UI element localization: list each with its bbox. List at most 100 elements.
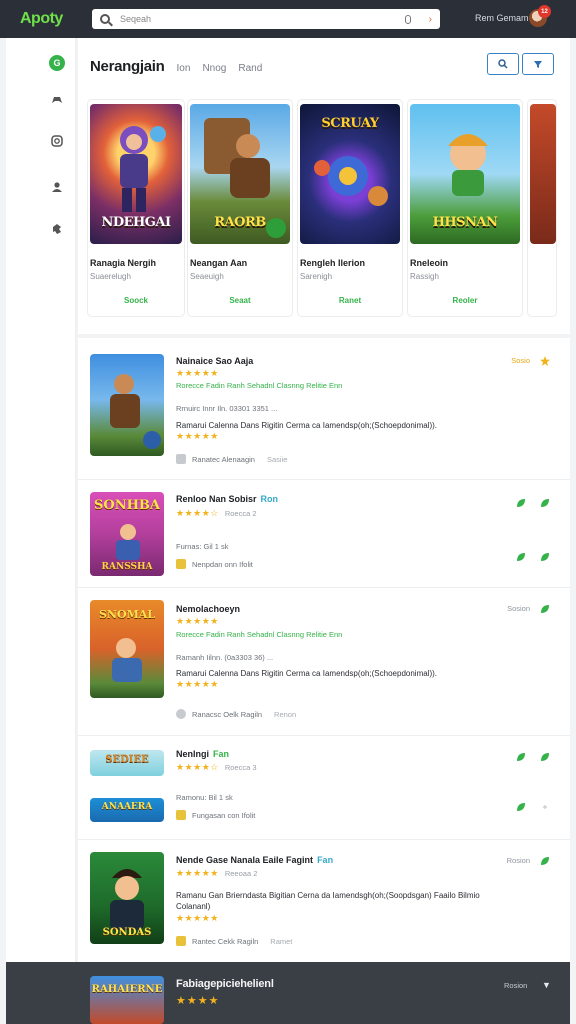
game-cover[interactable]: SCRUAY: [300, 104, 400, 244]
info-line: Rrnuirc Innr Iln. 03301 3351 ...: [176, 404, 278, 413]
game-title[interactable]: Nemolachoeyn: [176, 604, 240, 614]
cover-title: SEDIEE: [105, 754, 149, 765]
store-icon[interactable]: G: [49, 55, 65, 71]
tag-line[interactable]: Rorecce Fadin Ranh Sehadnl Clasnng Relit…: [176, 630, 342, 639]
footer-label[interactable]: Ranatec Alenaagin: [192, 455, 255, 464]
rating-stars: ★★★★★: [176, 913, 219, 923]
footer-meta: Sasiie: [266, 454, 288, 464]
featured-card[interactable]: SCRUAY Rengleh Ilerion Sarenigh Ranet: [298, 100, 402, 316]
status-label: Rosion: [504, 981, 528, 990]
list-item[interactable]: SNOMAL Nemolachoeyn ★★★★★ Rorecce Fadin …: [78, 588, 570, 736]
card-subtitle: Seaeuigh: [190, 272, 224, 281]
dropdown-chevron-icon[interactable]: ›: [429, 14, 432, 25]
leaf-icon[interactable]: [540, 552, 550, 562]
card-subtitle: Rassigh: [410, 272, 439, 281]
tab-featured[interactable]: Nerangjain: [90, 58, 165, 75]
leaf-icon[interactable]: [540, 604, 550, 614]
list-item[interactable]: SONDAS Nende Gase Nanala Eaile Fagint Fan…: [78, 840, 570, 962]
featured-card[interactable]: RAORB Neangan Aan Seaeuigh Seaat: [188, 100, 292, 316]
tab-nnog[interactable]: Nnog: [202, 63, 226, 74]
info-icon: [176, 709, 186, 719]
genre-tag[interactable]: Fan: [213, 749, 229, 759]
cover-title: ANAAERA: [101, 802, 153, 812]
leaf-icon[interactable]: [516, 752, 526, 762]
tag-line[interactable]: Rorecce Fadin Ranh Sehadnl Clasnng Relit…: [176, 381, 342, 390]
genre-tag[interactable]: Ron: [261, 494, 279, 504]
row-footer: Ranacsc Oelk Ragiln Renon: [176, 709, 296, 719]
leaf-icon[interactable]: [516, 498, 526, 508]
rating-stars: ★★★★: [176, 995, 220, 1007]
game-title[interactable]: Nainaice Sao Aaja: [176, 356, 253, 366]
card-action-button[interactable]: Reoler: [408, 296, 522, 305]
card-action-button[interactable]: Ranet: [298, 296, 402, 305]
card-action-button[interactable]: Soock: [88, 296, 184, 305]
game-cover[interactable]: RAORB: [190, 104, 290, 244]
game-list: Nainaice Sao Aaja ★★★★★ Rorecce Fadin Ra…: [78, 338, 570, 962]
leaf-icon[interactable]: [540, 752, 550, 762]
featured-tabs: Nerangjain Ion Nnog Rand: [90, 58, 262, 75]
leaf-icon[interactable]: [516, 552, 526, 562]
game-cover[interactable]: NDEHGAI: [90, 104, 182, 244]
leaf-icon[interactable]: [540, 802, 550, 812]
footer-label[interactable]: Fungasan con Ifolit: [192, 811, 255, 820]
user-icon[interactable]: [50, 180, 64, 194]
row-footer: Nenpdan onn Ifolit: [176, 559, 253, 569]
list-item[interactable]: SEDIEE ANAAERA Nenlngi Fan ★★★★☆ Roecca 3 …: [78, 736, 570, 840]
search-input[interactable]: [120, 14, 405, 24]
list-item[interactable]: Nainaice Sao Aaja ★★★★★ Rorecce Fadin Ra…: [78, 338, 570, 480]
leaf-icon[interactable]: [516, 802, 526, 812]
sidebar: G: [6, 38, 76, 962]
game-title[interactable]: Nende Gase Nanala Eaile Fagint Fan: [176, 855, 333, 865]
info-line: Furnas: Gil 1 sk: [176, 542, 229, 551]
card-title[interactable]: Neangan Aan: [190, 258, 247, 268]
game-cover[interactable]: HHSNAN: [410, 104, 520, 244]
notification-badge[interactable]: 12: [538, 5, 551, 18]
game-thumbnail[interactable]: SNOMAL: [90, 600, 164, 698]
card-action-button[interactable]: Seaat: [188, 296, 292, 305]
info-line: Ramonu: Bil 1 sk: [176, 793, 233, 802]
character-art: [112, 638, 142, 682]
instagram-icon[interactable]: [50, 134, 64, 148]
tab-ion[interactable]: Ion: [177, 63, 191, 74]
now-playing-bar[interactable]: RAHAIERNE Fabiagepiciehelienl ★★★★ Rosio…: [6, 962, 570, 1024]
user-name[interactable]: Rem Gemam: [475, 13, 529, 23]
puzzle-icon[interactable]: [50, 222, 64, 236]
featured-card[interactable]: [528, 100, 556, 316]
card-title[interactable]: Rengleh Ilerion: [300, 258, 365, 268]
game-title[interactable]: Nenlngi Fan: [176, 749, 229, 759]
footer-label[interactable]: Ranacsc Oelk Ragiln: [192, 710, 262, 719]
featured-card[interactable]: NDEHGAI Ranagia Nergih Suaerelugh Soock: [88, 100, 184, 316]
bar-title[interactable]: Fabiagepiciehelienl: [176, 978, 274, 990]
cover-title: NDEHGAI: [101, 215, 171, 230]
game-thumbnail[interactable]: ANAAERA: [90, 798, 164, 822]
footer-label[interactable]: Rantec Cekk Ragiln: [192, 937, 258, 946]
info-line: Ramanh Iilnn. (0a3303 36) ...: [176, 653, 274, 662]
card-title[interactable]: Rneleoin: [410, 258, 448, 268]
game-title[interactable]: Renloo Nan Sobisr Ron: [176, 494, 278, 504]
game-cover[interactable]: [530, 104, 556, 244]
featured-card[interactable]: HHSNAN Rneleoin Rassigh Reoler: [408, 100, 522, 316]
filter-button[interactable]: [522, 53, 554, 75]
game-thumbnail[interactable]: [90, 354, 164, 456]
card-title[interactable]: Ranagia Nergih: [90, 258, 156, 268]
microphone-icon[interactable]: [404, 14, 411, 24]
star-icon[interactable]: [540, 356, 550, 366]
app-logo[interactable]: Apoty: [0, 10, 92, 28]
genre-tag[interactable]: Fan: [317, 855, 333, 865]
chevron-down-icon[interactable]: ▼: [542, 980, 551, 990]
list-item[interactable]: SONHBA RANSSHA Renloo Nan Sobisr Ron ★★★★…: [78, 480, 570, 588]
leaf-icon[interactable]: [540, 498, 550, 508]
search-box[interactable]: ›: [92, 9, 440, 29]
game-thumbnail[interactable]: SEDIEE: [90, 750, 164, 776]
leaf-icon[interactable]: [540, 856, 550, 866]
top-bar: Apoty › Rem Gemam 12: [0, 0, 576, 38]
game-thumbnail[interactable]: RAHAIERNE: [90, 976, 164, 1024]
gamepad-icon[interactable]: [50, 93, 64, 107]
search-button[interactable]: [487, 53, 519, 75]
game-thumbnail[interactable]: SONHBA RANSSHA: [90, 492, 164, 576]
rating-stars: ★★★★★: [176, 431, 219, 441]
row-footer: Fungasan con Ifolit: [176, 810, 255, 820]
footer-label[interactable]: Nenpdan onn Ifolit: [192, 560, 253, 569]
game-thumbnail[interactable]: SONDAS: [90, 852, 164, 944]
tab-rand[interactable]: Rand: [238, 63, 262, 74]
